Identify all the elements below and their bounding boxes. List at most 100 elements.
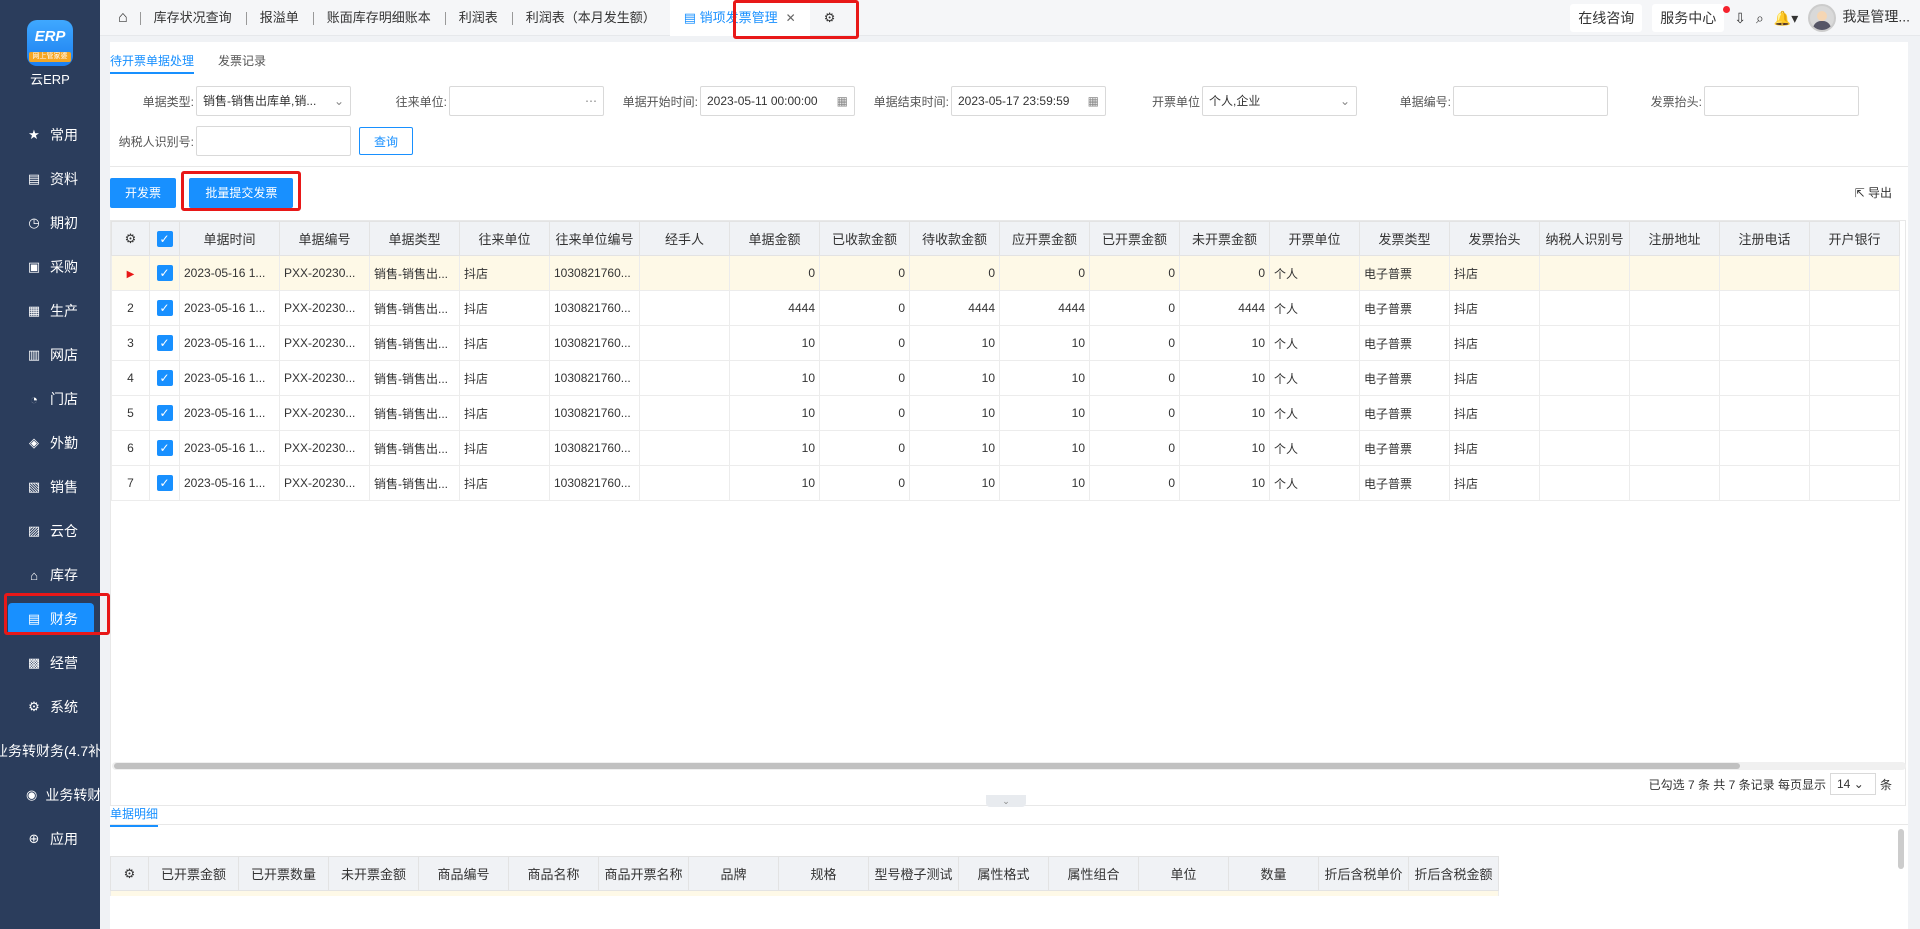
tax-id-input[interactable] <box>196 126 351 156</box>
row-select[interactable]: ✓ <box>149 465 180 501</box>
sidebar-item-3[interactable]: ▣ 采购 <box>0 245 100 289</box>
sidebar-item-6[interactable]: ◔ 门店 <box>0 377 100 421</box>
sidebar-item-15[interactable]: ◉ 业务转财务 <box>0 773 100 817</box>
column-header[interactable]: 单据时间 <box>179 221 280 256</box>
column-header[interactable]: 单据编号 <box>279 221 370 256</box>
sidebar-item-11[interactable]: ▤ 财务 <box>0 597 100 641</box>
tab-output-invoice[interactable]: ▤ 销项发票管理 ✕ <box>669 0 810 36</box>
download-icon[interactable]: ⇩ <box>1734 10 1746 27</box>
issuer-select[interactable]: 个人,企业 ⌄ <box>1202 86 1357 116</box>
row-select[interactable]: ✓ <box>149 325 180 361</box>
row-select[interactable]: ✓ <box>149 255 180 291</box>
bell-icon[interactable]: 🔔▾ <box>1774 10 1798 27</box>
column-header[interactable]: 待收款金额 <box>909 221 1000 256</box>
column-header[interactable]: 单据金额 <box>729 221 820 256</box>
row-select[interactable]: ✓ <box>149 290 180 326</box>
batch-submit-invoice-button[interactable]: 批量提交发票 <box>189 178 294 208</box>
column-header[interactable]: 纳税人识别号 <box>1539 221 1630 256</box>
table-cell <box>1539 325 1630 361</box>
end-time-input[interactable]: 2023-05-17 23:59:59 ▦ <box>951 86 1106 116</box>
more-icon[interactable]: ⋯ <box>585 87 597 115</box>
column-header[interactable]: 单据类型 <box>369 221 460 256</box>
column-header[interactable]: 注册电话 <box>1719 221 1810 256</box>
row-select[interactable]: ✓ <box>149 395 180 431</box>
tab-profit-month[interactable]: 利润表（本月发生额） <box>511 0 670 36</box>
sidebar-item-13[interactable]: ⚙ 系统 <box>0 685 100 729</box>
sidebar-item-14[interactable]: 业务转财务(4.7补丁) <box>0 729 100 773</box>
table-row[interactable]: 3 ✓ 2023-05-16 1... PXX-20230... 销售-销售出... 抖店… <box>111 325 1900 361</box>
export-button[interactable]: ⇱ 导出 <box>1855 184 1892 201</box>
column-header[interactable]: 已收款金额 <box>819 221 910 256</box>
row-checkbox[interactable]: ✓ <box>156 475 173 491</box>
sidebar-item-0[interactable]: ★ 常用 <box>0 113 100 157</box>
column-header[interactable]: 往来单位 <box>459 221 550 256</box>
sidebar-item-4[interactable]: ▦ 生产 <box>0 289 100 333</box>
sidebar-item-1[interactable]: ▤ 资料 <box>0 157 100 201</box>
sidebar-item-8[interactable]: ▧ 销售 <box>0 465 100 509</box>
doc-type-select[interactable]: 销售-销售出库单,销... ⌄ <box>196 86 351 116</box>
doc-no-input[interactable] <box>1453 86 1608 116</box>
user-menu[interactable]: 我是管理... <box>1808 4 1910 32</box>
row-checkbox[interactable]: ✓ <box>156 440 173 456</box>
row-checkbox[interactable]: ✓ <box>156 405 173 421</box>
column-header[interactable]: 发票抬头 <box>1449 221 1540 256</box>
tab-invoice-records[interactable]: 发票记录 <box>218 42 266 74</box>
horizontal-scrollbar[interactable] <box>112 762 1906 770</box>
tab-overflow-report[interactable]: 报溢单 <box>245 0 313 36</box>
row-select[interactable]: ✓ <box>149 360 180 396</box>
tab-stock-ledger[interactable]: 账面库存明细账本 <box>312 0 445 36</box>
sidebar-item-2[interactable]: ◷ 期初 <box>0 201 100 245</box>
home-icon[interactable]: ⌂ <box>100 0 140 36</box>
tab-settings-icon[interactable]: ⚙ <box>810 0 850 36</box>
start-time-input[interactable]: 2023-05-11 00:00:00 ▦ <box>700 86 855 116</box>
sidebar-item-16[interactable]: ⊕ 应用 <box>0 817 100 861</box>
sidebar-item-5[interactable]: ▥ 网店 <box>0 333 100 377</box>
column-header[interactable]: 注册地址 <box>1629 221 1720 256</box>
partner-input[interactable]: ⋯ <box>449 86 604 116</box>
column-header[interactable]: 经手人 <box>639 221 730 256</box>
column-settings[interactable]: ⚙ <box>111 221 150 256</box>
column-header[interactable]: 开户银行 <box>1809 221 1900 256</box>
table-row[interactable]: ▶ ✓ 2023-05-16 1... PXX-20230... 销售-销售出... 抖店… <box>111 255 1900 291</box>
column-header[interactable]: 应开票金额 <box>999 221 1090 256</box>
table-row[interactable]: 6 ✓ 2023-05-16 1... PXX-20230... 销售-销售出... 抖店… <box>111 430 1900 466</box>
tab-inventory-status[interactable]: 库存状况查询 <box>139 0 246 36</box>
sidebar-item-12[interactable]: ▩ 经营 <box>0 641 100 685</box>
table-cell: 销售-销售出... <box>369 430 460 466</box>
collapse-handle-icon[interactable]: ⌄ <box>986 795 1026 807</box>
row-checkbox[interactable]: ✓ <box>156 335 173 351</box>
finance-icon: ▤ <box>27 611 41 626</box>
sidebar-item-7[interactable]: ◈ 外勤 <box>0 421 100 465</box>
online-consult-button[interactable]: 在线咨询 <box>1570 4 1643 32</box>
row-checkbox[interactable]: ✓ <box>156 300 173 316</box>
issue-invoice-button[interactable]: 开发票 <box>110 178 177 208</box>
search-icon[interactable]: ⌕ <box>1756 10 1764 27</box>
page-size-select[interactable]: 14 ⌄ <box>1829 773 1876 795</box>
column-header[interactable]: 往来单位编号 <box>549 221 640 256</box>
close-icon[interactable]: ✕ <box>786 11 796 25</box>
select-all-checkbox[interactable]: ✓ <box>156 230 173 247</box>
column-header[interactable]: 未开票金额 <box>1179 221 1270 256</box>
invoice-title-input[interactable] <box>1704 86 1859 116</box>
select-all[interactable]: ✓ <box>149 221 180 256</box>
table-row[interactable]: 2 ✓ 2023-05-16 1... PXX-20230... 销售-销售出... 抖店… <box>111 290 1900 326</box>
row-checkbox[interactable]: ✓ <box>156 370 173 386</box>
column-header[interactable]: 已开票金额 <box>1089 221 1180 256</box>
tab-pending-invoices[interactable]: 待开票单据处理 <box>110 42 195 74</box>
service-center-button[interactable]: 服务中心 <box>1652 4 1731 32</box>
query-button[interactable]: 查询 <box>359 127 414 155</box>
sidebar-item-10[interactable]: ⌂ 库存 <box>0 553 100 597</box>
table-row[interactable]: 4 ✓ 2023-05-16 1... PXX-20230... 销售-销售出... 抖店… <box>111 360 1900 396</box>
app-logo[interactable]: ERP 网上管家婆 云ERP <box>0 14 100 98</box>
gear-icon[interactable]: ⚙ <box>125 231 137 246</box>
scrollbar-thumb[interactable] <box>114 763 1740 769</box>
table-row[interactable]: 7 ✓ 2023-05-16 1... PXX-20230... 销售-销售出... 抖店… <box>111 465 1900 501</box>
column-header[interactable]: 发票类型 <box>1359 221 1450 256</box>
sidebar-item-9[interactable]: ▨ 云仓 <box>0 509 100 553</box>
table-row[interactable]: 5 ✓ 2023-05-16 1... PXX-20230... 销售-销售出... 抖店… <box>111 395 1900 431</box>
column-header[interactable]: 开票单位 <box>1269 221 1360 256</box>
row-checkbox[interactable]: ✓ <box>156 265 173 281</box>
row-select[interactable]: ✓ <box>149 430 180 466</box>
tab-profit[interactable]: 利润表 <box>444 0 512 36</box>
plus-icon: ⊕ <box>28 831 40 846</box>
